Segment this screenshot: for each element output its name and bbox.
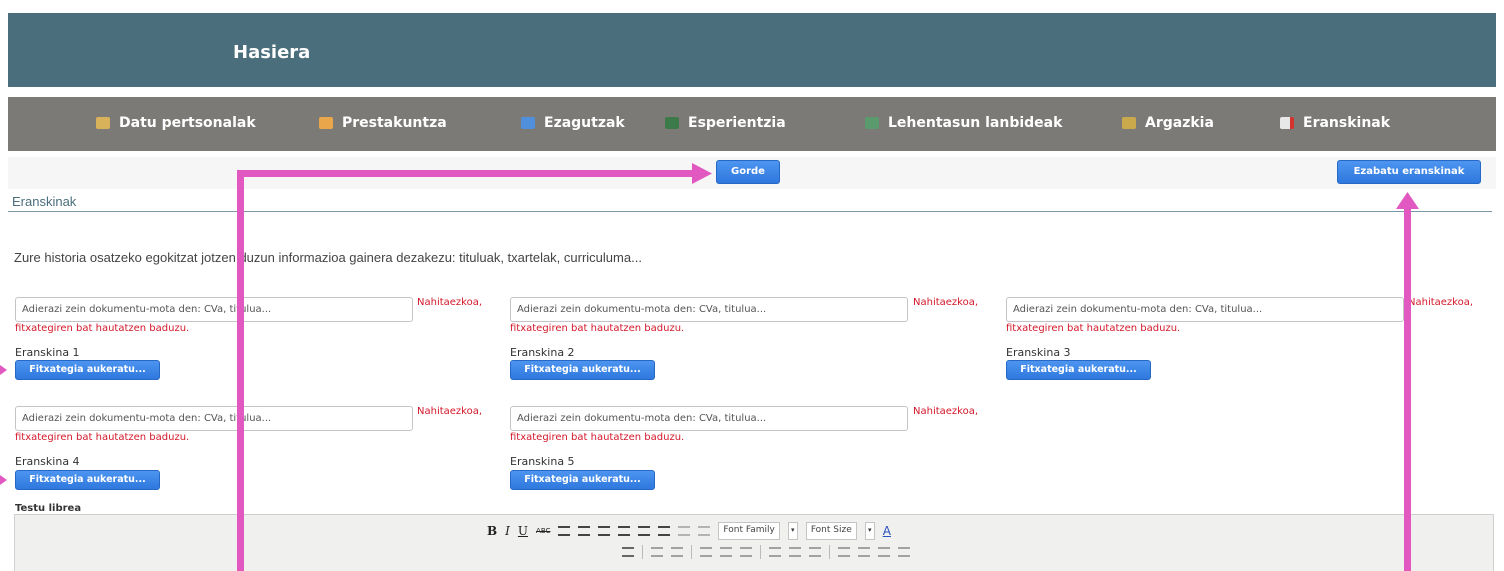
arrow-horizontal-line bbox=[237, 170, 693, 177]
arrow-head-up bbox=[1396, 192, 1419, 209]
arrow-head-left-edge bbox=[0, 365, 7, 375]
arrow-vertical-line bbox=[237, 170, 244, 571]
arrow-vertical-line-right bbox=[1404, 206, 1411, 571]
arrow-head-left-edge bbox=[0, 475, 7, 485]
arrow-head-right bbox=[692, 163, 712, 184]
annotation-arrows bbox=[0, 163, 1419, 571]
